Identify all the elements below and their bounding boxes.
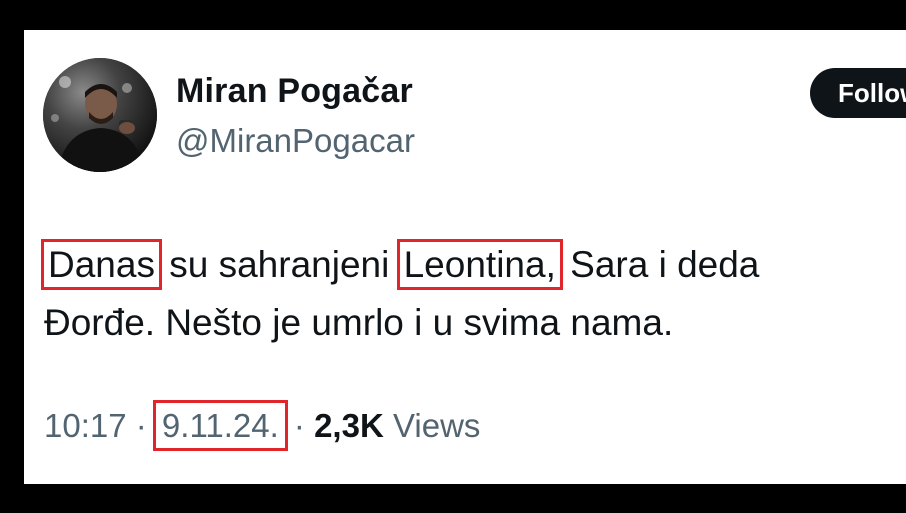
tweet-line-2: Đorđe. Nešto je umrlo i u svima nama. bbox=[44, 302, 674, 343]
follow-button[interactable]: Follow bbox=[810, 68, 906, 118]
tweet-card: Miran Pogačar @MiranPogacar Follow Danas… bbox=[24, 30, 906, 484]
tweet-text-segment: Sara i deda bbox=[559, 244, 760, 285]
tweet-line-1: Danas su sahranjeni Leontina, Sara i ded… bbox=[41, 236, 894, 294]
display-name[interactable]: Miran Pogačar bbox=[176, 72, 413, 111]
views-label: Views bbox=[383, 407, 481, 444]
meta-separator: · bbox=[126, 407, 156, 444]
highlighted-word-leontina: Leontina, bbox=[396, 239, 563, 290]
tweet-text-segment: su sahranjeni bbox=[158, 244, 400, 285]
avatar[interactable] bbox=[43, 58, 157, 172]
views-count[interactable]: 2,3K bbox=[314, 407, 384, 444]
tweet-meta: 10:17 · 9.11.24. · 2,3K Views bbox=[44, 400, 481, 451]
profile-photo-icon bbox=[43, 58, 157, 172]
meta-separator: · bbox=[284, 407, 315, 444]
tweet-date[interactable]: 9.11.24. bbox=[152, 400, 288, 451]
tweet-text: Danas su sahranjeni Leontina, Sara i ded… bbox=[41, 236, 894, 352]
tweet-time[interactable]: 10:17 bbox=[44, 407, 127, 444]
user-handle[interactable]: @MiranPogacar bbox=[176, 122, 415, 160]
highlighted-word-danas: Danas bbox=[41, 239, 162, 290]
